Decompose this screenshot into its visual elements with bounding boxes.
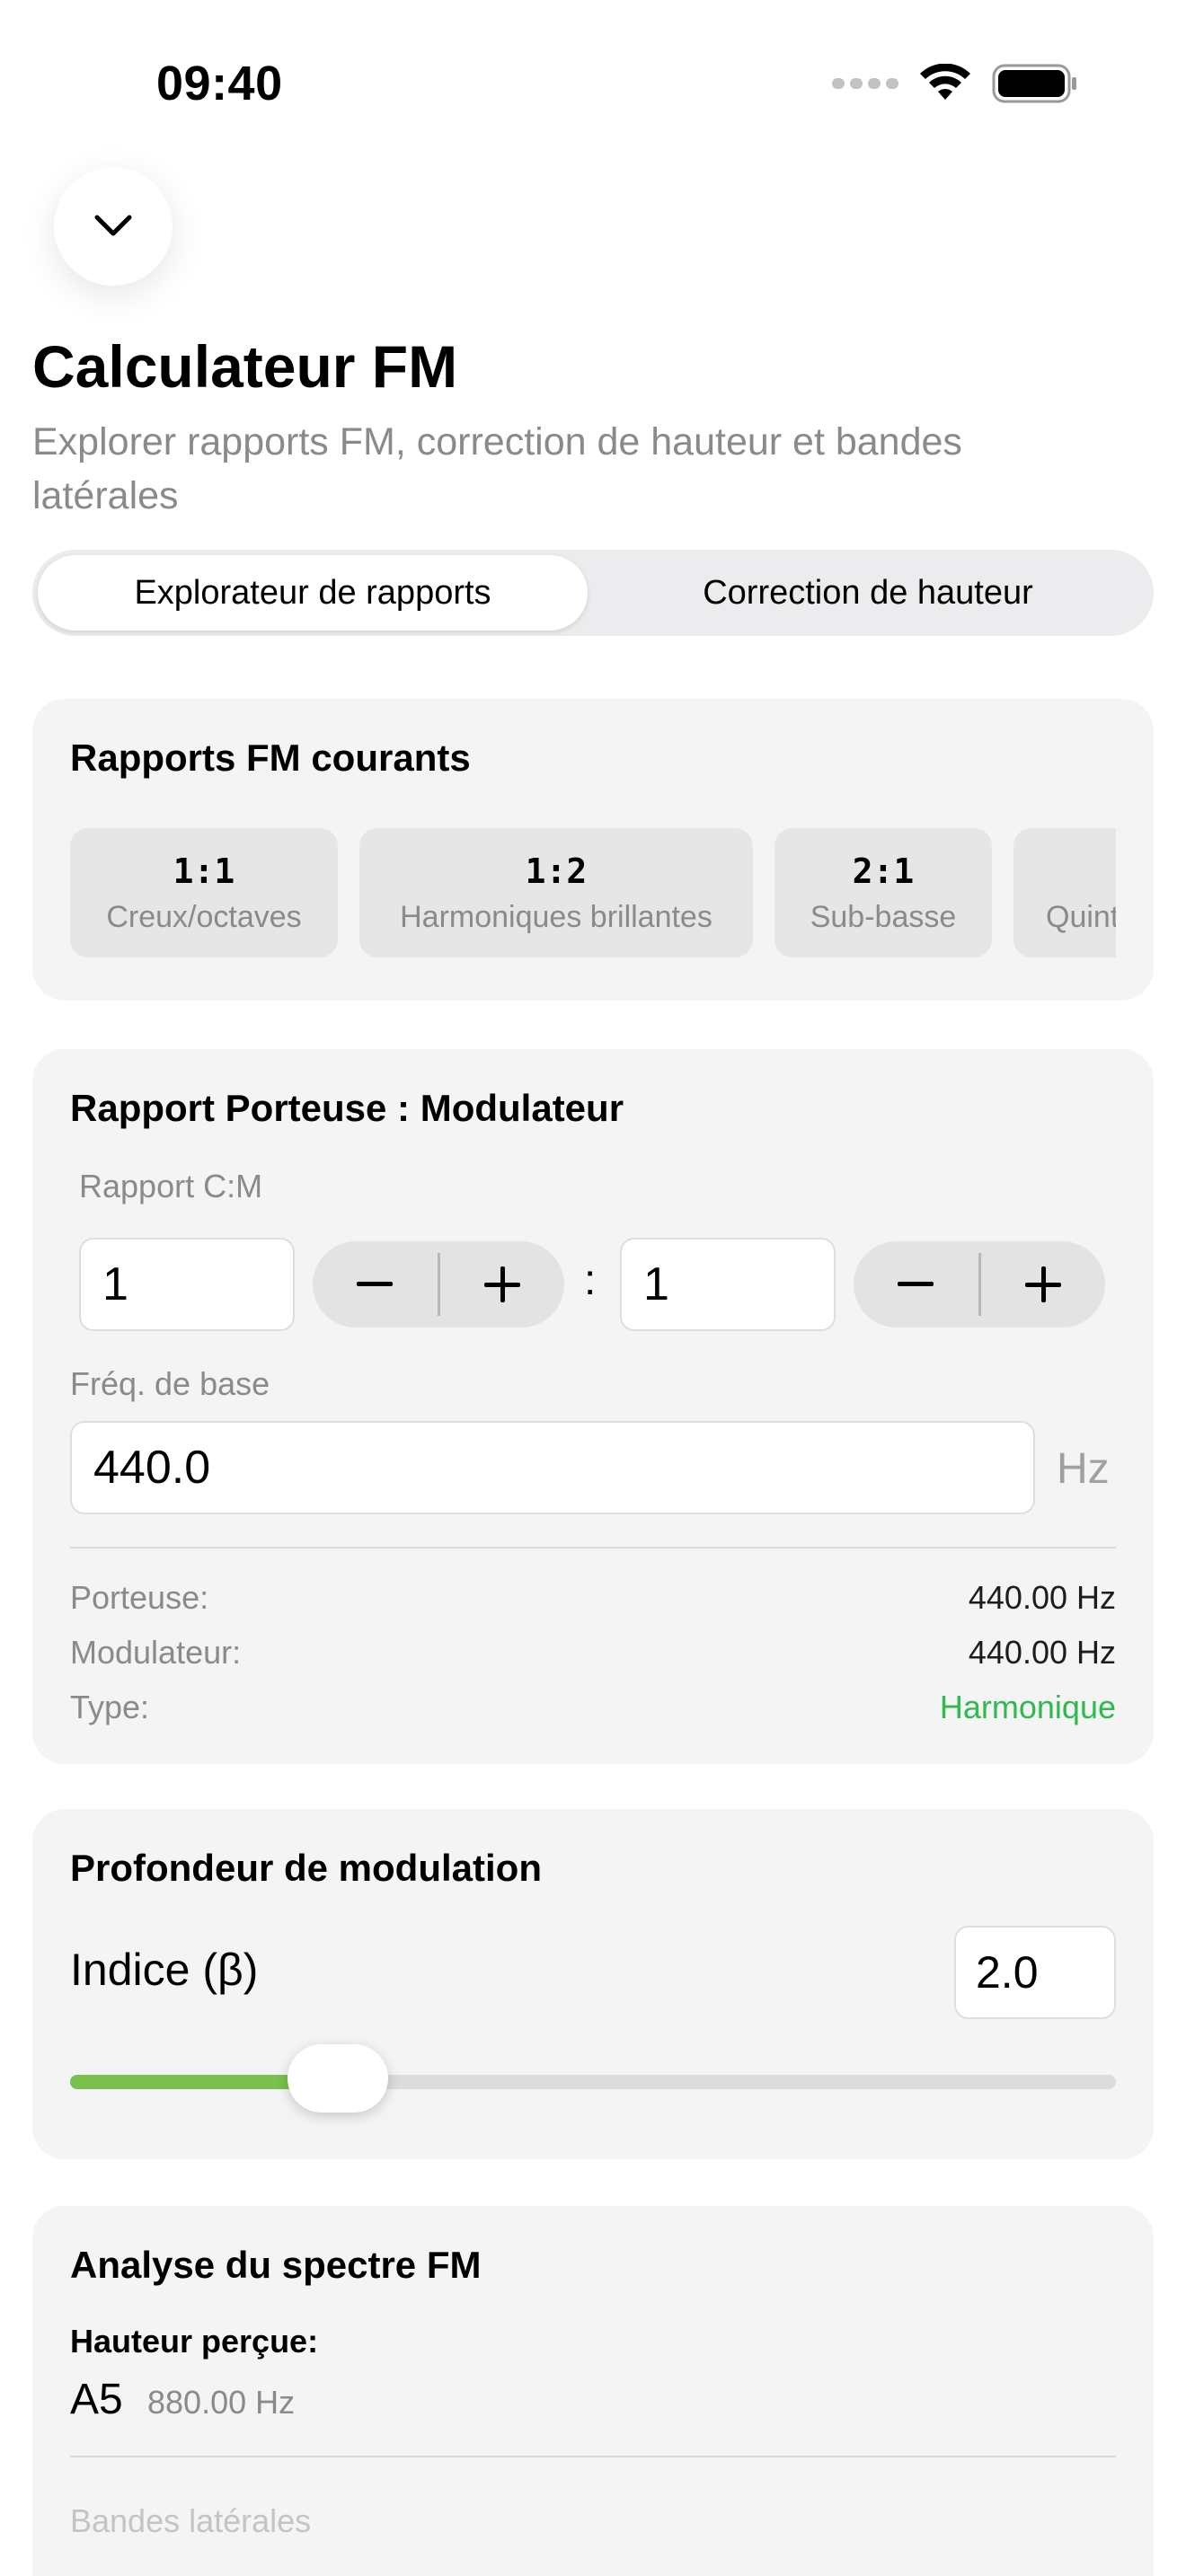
carrier-modulator-card: Rapport Porteuse : Modulateur Rapport C:…: [32, 1049, 1154, 1764]
minus-icon: [357, 1282, 394, 1286]
type-value: Harmonique: [939, 1689, 1116, 1725]
cellular-signal-icon: [832, 78, 898, 89]
ratio-chip-scroller[interactable]: 1:1 Creux/octaves 1:2 Harmoniques brilla…: [70, 828, 1116, 957]
tab-ratio-explorer[interactable]: Explorateur de rapports: [38, 555, 588, 631]
modulator-increment-button[interactable]: [981, 1241, 1106, 1328]
ratio-chip-desc: Creux/octaves: [106, 899, 302, 934]
ratio-chip-desc: Sub-basse: [810, 899, 957, 934]
mode-segmented-control: Explorateur de rapports Correction de ha…: [32, 550, 1154, 636]
cm-ratio-label: Rapport C:M: [79, 1168, 263, 1204]
depth-card-title: Profondeur de modulation: [70, 1847, 542, 1889]
carrier-increment-button[interactable]: [440, 1241, 565, 1328]
ratio-chip-1-2[interactable]: 1:2 Harmoniques brillantes: [359, 828, 753, 957]
tab-pitch-correction[interactable]: Correction de hauteur: [588, 555, 1148, 631]
ratio-chip-value: 1:2: [525, 851, 588, 891]
divider: [70, 1547, 1116, 1548]
type-label: Type:: [70, 1689, 150, 1725]
carrier-freq-value: 440.00 Hz: [968, 1579, 1116, 1616]
base-freq-label: Fréq. de base: [70, 1365, 270, 1402]
common-ratios-card: Rapports FM courants 1:1 Creux/octaves 1…: [32, 699, 1154, 1001]
perceived-note: A5: [70, 2376, 123, 2423]
ratio-card-title: Rapport Porteuse : Modulateur: [70, 1087, 624, 1129]
page-title: Calculateur FM: [32, 333, 458, 400]
carrier-stepper: [313, 1241, 564, 1328]
index-slider[interactable]: [70, 2044, 1116, 2113]
ratio-chip-quint[interactable]: Quint: [1013, 828, 1116, 957]
wifi-icon: [920, 64, 970, 100]
common-ratios-title: Rapports FM courants: [70, 737, 471, 779]
status-time: 09:40: [156, 57, 283, 110]
ratio-colon: :: [584, 1257, 597, 1304]
divider: [70, 2456, 1116, 2457]
modulation-depth-card: Profondeur de modulation Indice (β) 2.0: [32, 1809, 1154, 2159]
ratio-chip-desc: Quint: [1046, 899, 1116, 934]
carrier-input[interactable]: 1: [79, 1238, 295, 1331]
minus-icon: [898, 1282, 934, 1286]
battery-icon: [992, 64, 1076, 103]
ratio-chip-1-1[interactable]: 1:1 Creux/octaves: [70, 828, 338, 957]
ratio-chip-desc: Harmoniques brillantes: [400, 899, 712, 934]
index-label: Indice (β): [70, 1945, 259, 1995]
plus-icon: [483, 1266, 520, 1302]
carrier-decrement-button[interactable]: [313, 1241, 438, 1328]
modulator-stepper: [854, 1241, 1105, 1328]
status-icons: [832, 63, 1078, 104]
base-freq-unit: Hz: [1057, 1445, 1110, 1493]
base-freq-input[interactable]: 440.0: [70, 1421, 1035, 1514]
carrier-freq-label: Porteuse:: [70, 1579, 209, 1616]
ratio-chip-value: [1046, 851, 1067, 891]
index-input[interactable]: 2.0: [954, 1926, 1116, 2019]
plus-icon: [1024, 1266, 1061, 1302]
modulator-decrement-button[interactable]: [854, 1241, 978, 1328]
page-subtitle: Explorer rapports FM, correction de haut…: [32, 420, 962, 517]
modulator-freq-label: Modulateur:: [70, 1634, 242, 1671]
index-slider-thumb[interactable]: [288, 2044, 388, 2113]
spectrum-analysis-card: Analyse du spectre FM Hauteur perçue: A5…: [32, 2206, 1154, 2576]
ratio-chip-value: 2:1: [852, 851, 915, 891]
fm-calculator-screen: 09:40 Calculateur FM Explorer rapports F…: [0, 0, 1186, 2576]
perceived-pitch-label: Hauteur perçue:: [70, 2323, 319, 2360]
modulator-input[interactable]: 1: [620, 1238, 836, 1331]
modulator-freq-value: 440.00 Hz: [968, 1634, 1116, 1671]
ratio-chip-value: 1:1: [173, 851, 235, 891]
chevron-down-icon: [94, 215, 132, 236]
collapse-button[interactable]: [54, 167, 173, 286]
perceived-note-freq: 880.00 Hz: [147, 2384, 296, 2421]
ratio-chip-2-1[interactable]: 2:1 Sub-basse: [774, 828, 992, 957]
spectrum-card-title: Analyse du spectre FM: [70, 2244, 482, 2286]
sidebands-label: Bandes latérales: [70, 2502, 312, 2539]
